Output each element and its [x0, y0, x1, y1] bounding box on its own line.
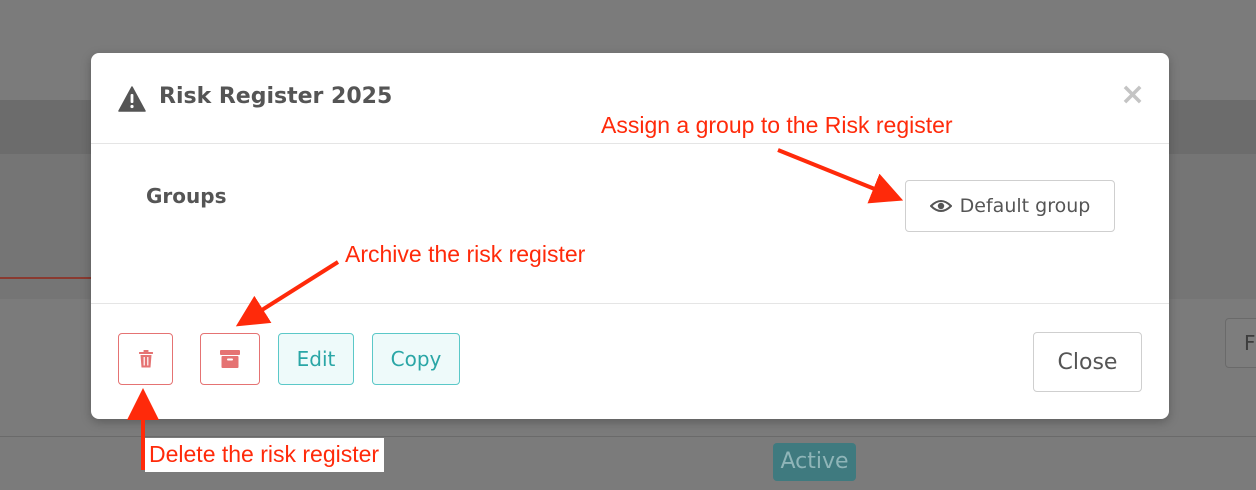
- annotation-archive: Archive the risk register: [345, 241, 586, 267]
- background-row-divider: [0, 436, 1256, 437]
- background-partial-button: F: [1225, 318, 1256, 368]
- edit-button[interactable]: Edit: [278, 333, 354, 385]
- warning-triangle-icon: [118, 86, 146, 112]
- copy-button[interactable]: Copy: [372, 333, 460, 385]
- archive-button[interactable]: [200, 333, 260, 385]
- annotation-assign-group: Assign a group to the Risk register: [601, 112, 953, 138]
- close-icon[interactable]: ×: [1120, 77, 1145, 113]
- footer-divider: [91, 303, 1169, 304]
- close-button[interactable]: Close: [1033, 332, 1142, 392]
- annotation-delete: Delete the risk register: [145, 438, 385, 472]
- delete-button[interactable]: [118, 333, 173, 385]
- status-badge: Active: [773, 443, 856, 481]
- default-group-label: Default group: [959, 195, 1091, 217]
- modal-title: Risk Register 2025: [159, 84, 393, 109]
- trash-icon: [138, 350, 153, 368]
- risk-register-modal: Risk Register 2025 × Groups Default grou…: [91, 53, 1169, 419]
- archive-box-icon: [220, 350, 240, 368]
- eye-icon: [929, 200, 952, 212]
- default-group-button[interactable]: Default group: [905, 180, 1115, 232]
- background-red-underline: [0, 277, 92, 279]
- groups-label: Groups: [146, 184, 227, 208]
